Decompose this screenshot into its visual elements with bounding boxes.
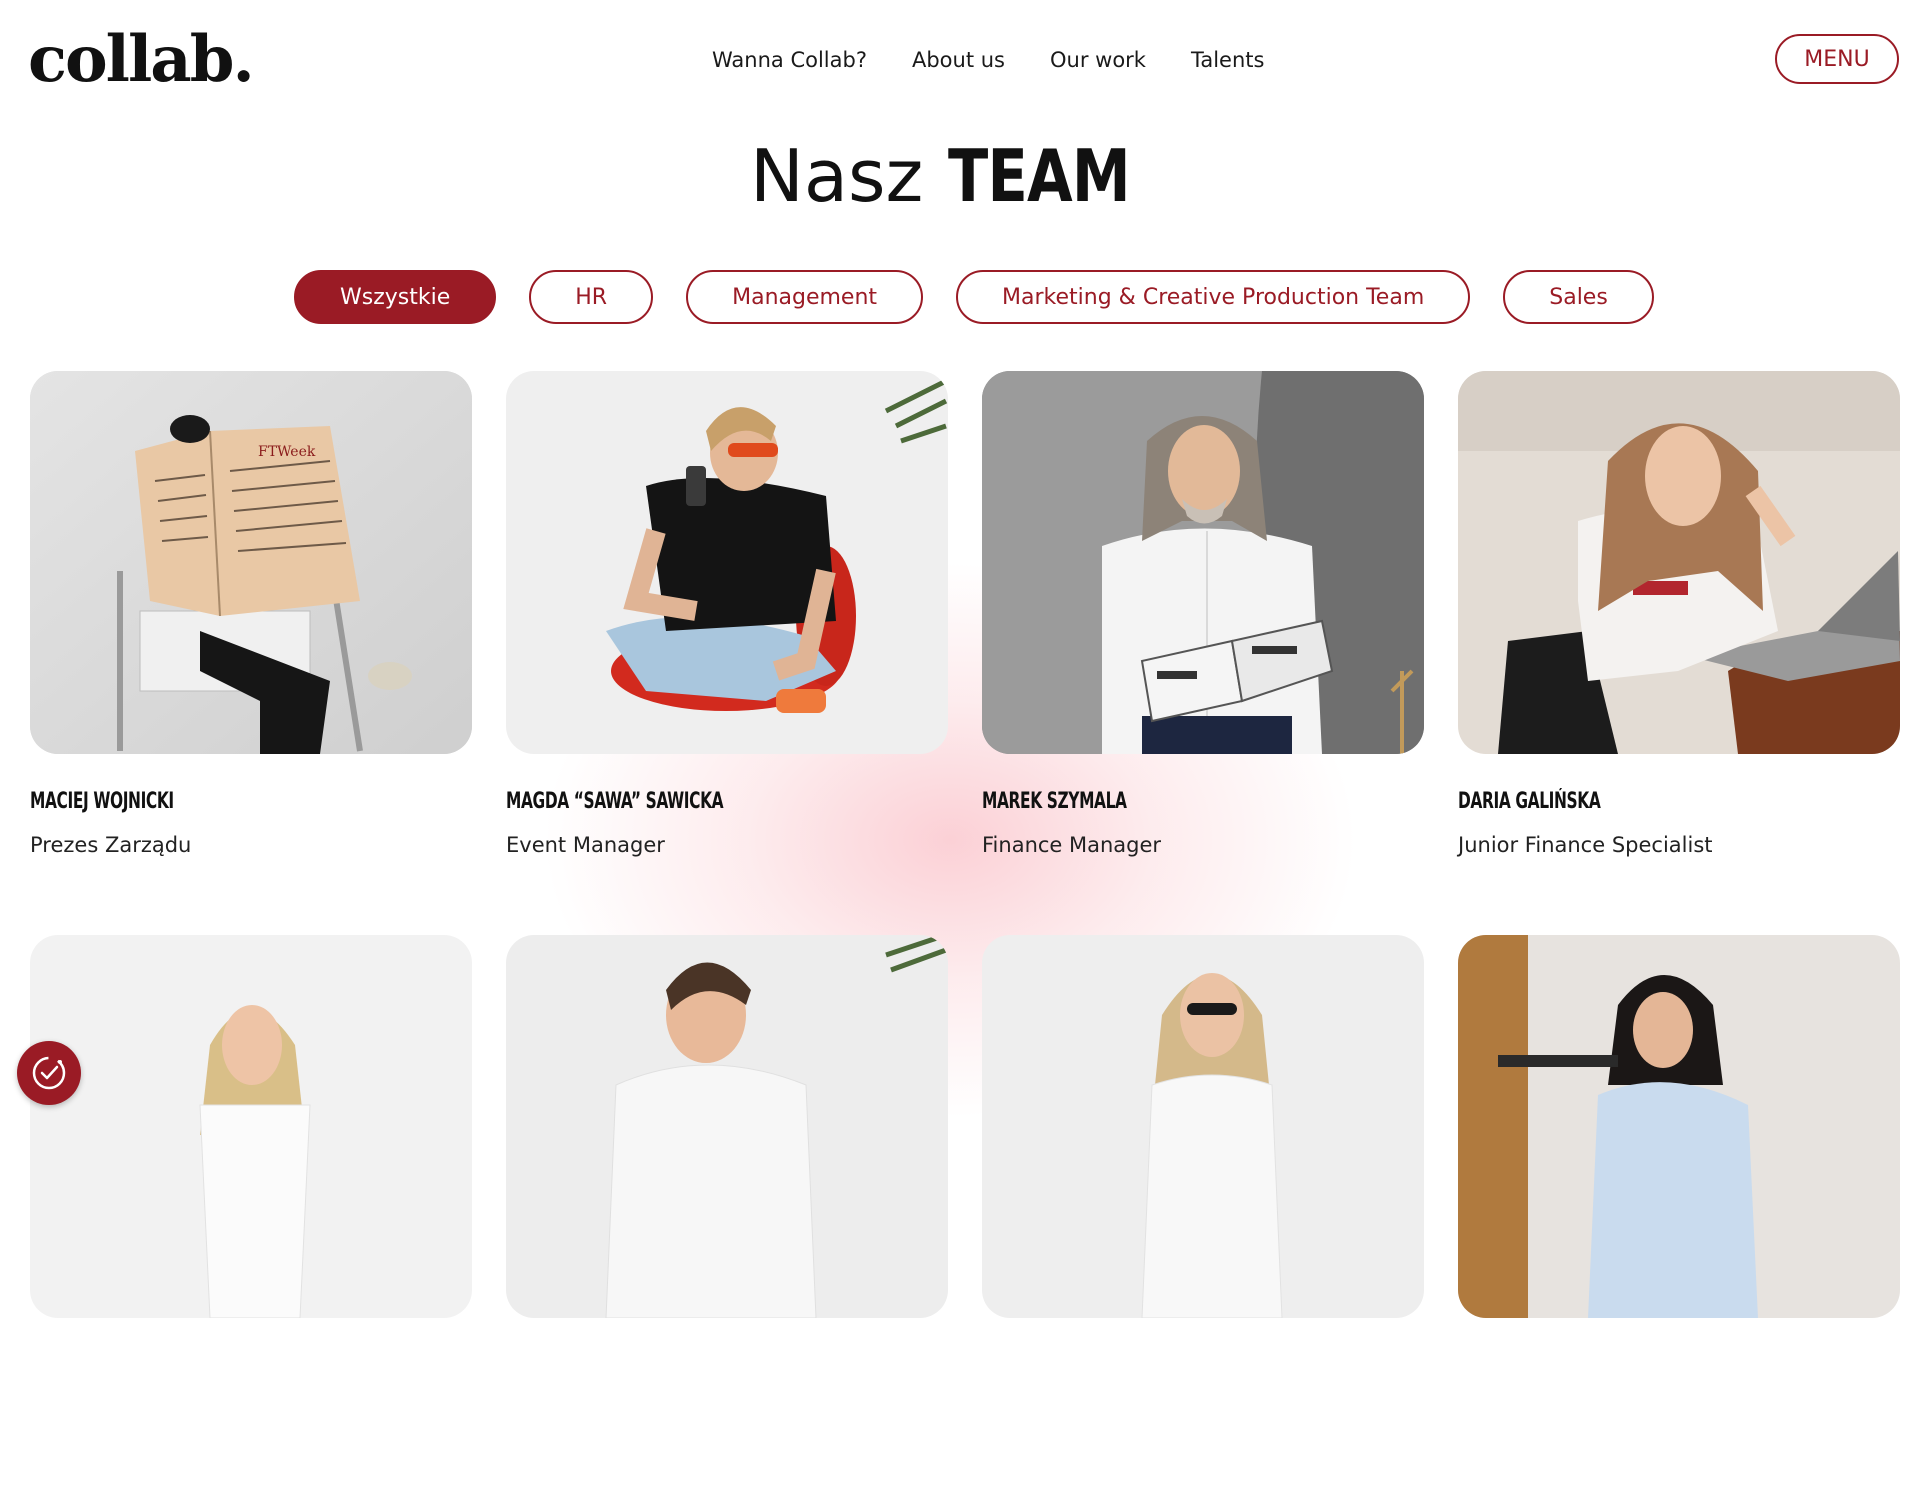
team-member-photo[interactable] xyxy=(506,935,948,1318)
team-member-name: MACIEJ WOJNICKI xyxy=(30,789,174,814)
menu-button[interactable]: MENU xyxy=(1775,34,1899,84)
team-member-name: MAGDA “SAWA” SAWICKA xyxy=(506,789,724,814)
team-card[interactable] xyxy=(982,935,1424,1499)
team-grid: FTWeek MACIEJ WOJNICKI Prezes Zarządu MA… xyxy=(30,371,1900,1499)
nav-link-about-us[interactable]: About us xyxy=(912,44,1005,76)
nav-link-talents[interactable]: Talents xyxy=(1191,44,1264,76)
filter-chip-all[interactable]: Wszystkie xyxy=(294,270,497,324)
filter-chip-management[interactable]: Management xyxy=(686,270,924,324)
filter-chip-sales[interactable]: Sales xyxy=(1503,270,1654,324)
page-title-light: Nasz xyxy=(749,134,924,218)
filter-chip-marketing[interactable]: Marketing & Creative Production Team xyxy=(956,270,1471,324)
logo[interactable]: collab. xyxy=(28,22,255,98)
page-title-bold: TEAM xyxy=(948,134,1131,218)
filter-chip-hr[interactable]: HR xyxy=(529,270,654,324)
team-member-photo[interactable] xyxy=(506,371,948,754)
team-card[interactable]: MAGDA “SAWA” SAWICKA Event Manager xyxy=(506,371,948,935)
cookie-consent-icon xyxy=(32,1056,66,1090)
team-member-photo[interactable] xyxy=(1458,935,1900,1318)
team-card[interactable] xyxy=(506,935,948,1499)
team-member-photo[interactable] xyxy=(30,935,472,1318)
nav-link-our-work[interactable]: Our work xyxy=(1050,44,1146,76)
team-card[interactable]: MAREK SZYMALA Finance Manager xyxy=(982,371,1424,935)
cookie-consent-button[interactable] xyxy=(17,1041,81,1105)
team-card[interactable] xyxy=(1458,935,1900,1499)
team-member-photo[interactable] xyxy=(982,371,1424,754)
team-member-name: DARIA GALIŃSKA xyxy=(1458,789,1601,814)
team-card[interactable]: FTWeek MACIEJ WOJNICKI Prezes Zarządu xyxy=(30,371,472,935)
team-member-role: Finance Manager xyxy=(982,833,1162,857)
team-card[interactable] xyxy=(30,935,472,1499)
team-member-role: Junior Finance Specialist xyxy=(1458,833,1713,857)
team-member-role: Prezes Zarządu xyxy=(30,833,192,857)
team-member-name: MAREK SZYMALA xyxy=(982,789,1127,814)
page-title: Nasz TEAM xyxy=(0,132,1920,220)
svg-text:FTWeek: FTWeek xyxy=(258,444,316,460)
main-nav: Wanna Collab? About us Our work Talents xyxy=(712,44,1264,76)
team-card[interactable]: DARIA GALIŃSKA Junior Finance Specialist xyxy=(1458,371,1900,935)
team-member-photo[interactable] xyxy=(982,935,1424,1318)
site-header: collab. Wanna Collab? About us Our work … xyxy=(0,0,1920,120)
team-filter-bar: Wszystkie HR Management Marketing & Crea… xyxy=(294,270,1654,324)
team-member-photo[interactable]: FTWeek xyxy=(30,371,472,754)
team-member-photo[interactable] xyxy=(1458,371,1900,754)
team-member-role: Event Manager xyxy=(506,833,665,857)
nav-link-wanna-collab[interactable]: Wanna Collab? xyxy=(712,44,867,76)
